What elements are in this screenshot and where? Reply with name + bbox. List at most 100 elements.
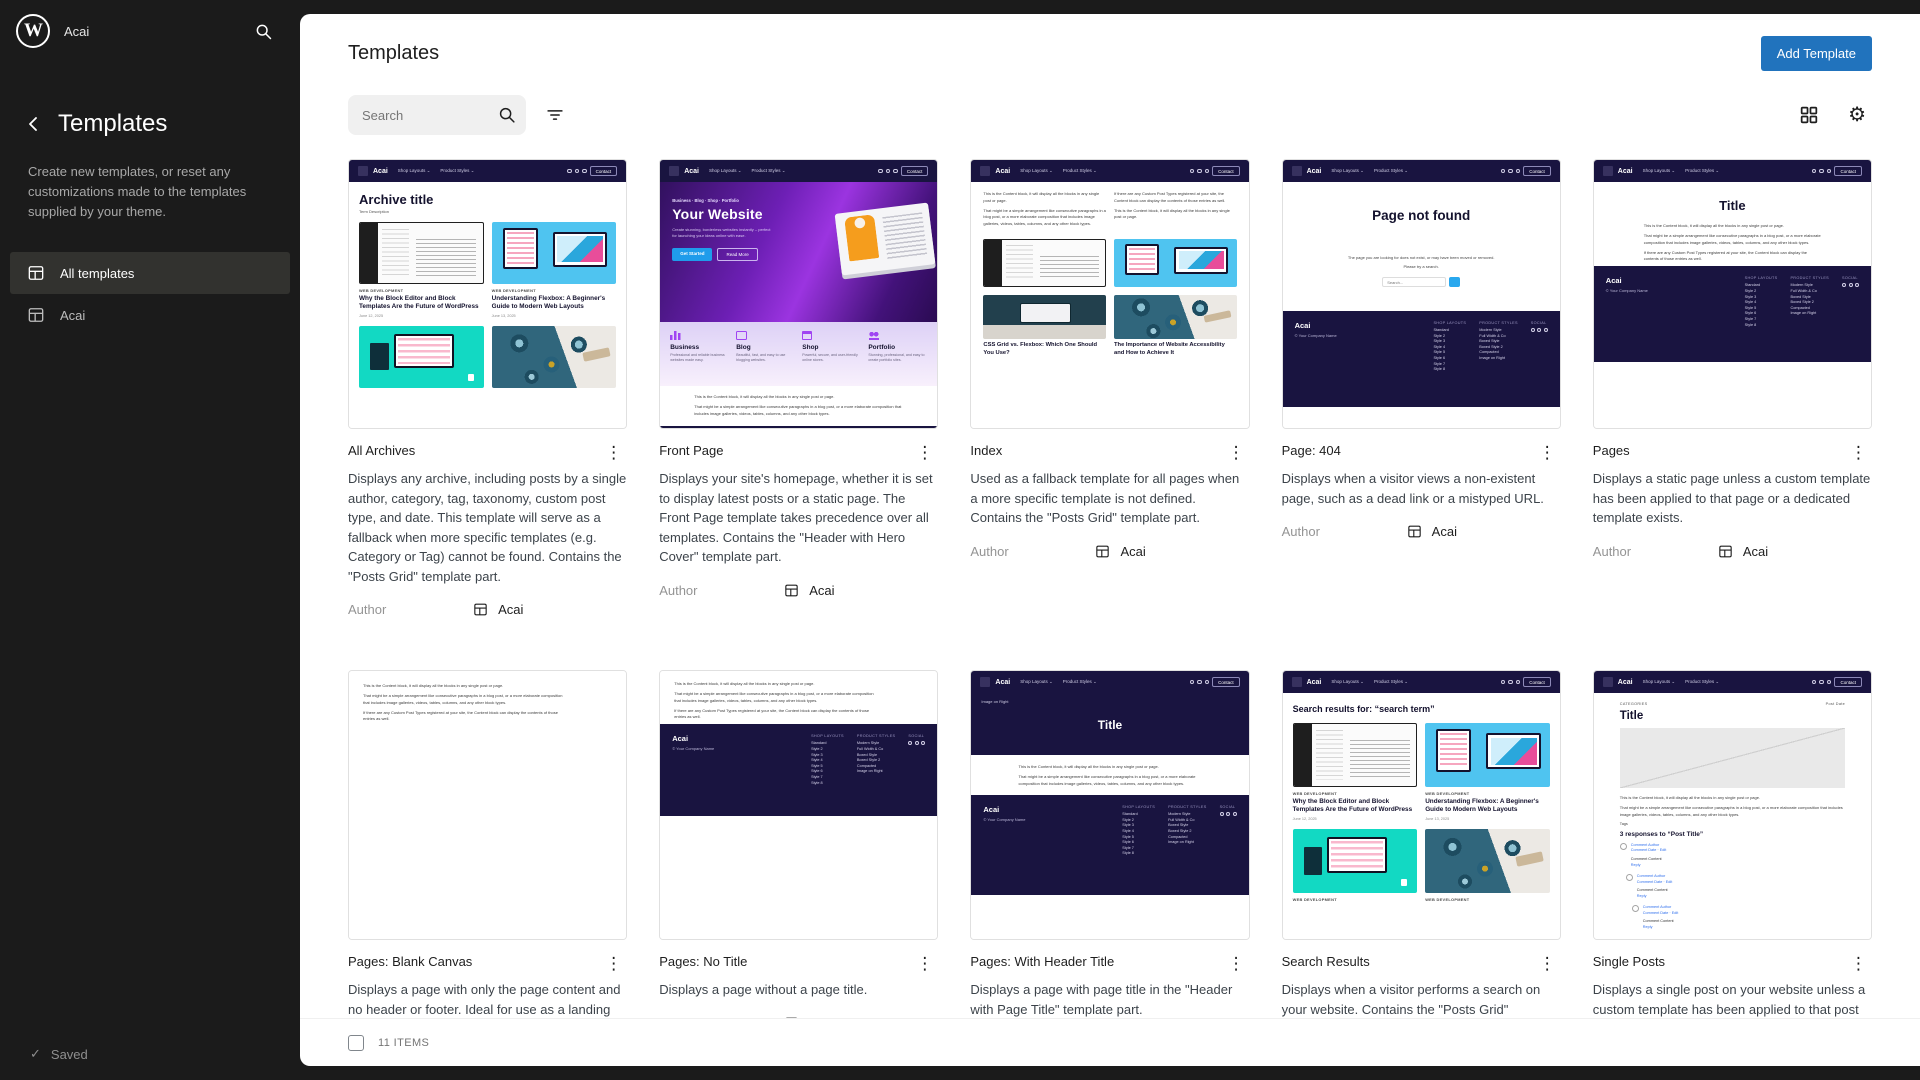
template-fields: Author Acai [659, 582, 938, 599]
template-preview[interactable]: AcaiShop Layouts ⌄Product Styles ⌄Contac… [1593, 670, 1872, 940]
card-actions-menu-icon[interactable]: ⋮ [1534, 954, 1561, 973]
card-actions-menu-icon[interactable]: ⋮ [1223, 954, 1250, 973]
list-toolbar: ⚙ [300, 87, 1920, 157]
search-icon[interactable] [247, 15, 280, 48]
thumb-hero: Image on RightTitle [971, 693, 1248, 755]
add-template-button[interactable]: Add Template [1761, 36, 1872, 71]
social-icon [1827, 680, 1832, 685]
saved-status: ✓ Saved [30, 1046, 88, 1062]
thumb-page-heading: Title [1594, 198, 1871, 213]
thumb-contact-button: Contact [1834, 166, 1862, 176]
avatar [1632, 905, 1639, 912]
gear-icon[interactable]: ⚙ [1842, 99, 1872, 131]
social-icon [1508, 169, 1513, 174]
template-card: AcaiShop Layouts ⌄Product Styles ⌄Contac… [970, 159, 1249, 618]
social-icon [567, 169, 572, 174]
layout-icon [1406, 523, 1423, 540]
thumb-secondary-button: Read More [717, 248, 757, 261]
search-input[interactable] [348, 95, 526, 135]
avatar [1620, 843, 1627, 850]
back-chevron-icon[interactable] [22, 112, 46, 136]
card-actions-menu-icon[interactable]: ⋮ [1845, 954, 1872, 973]
select-all-checkbox[interactable] [348, 1035, 364, 1051]
template-name[interactable]: Pages [1593, 443, 1630, 458]
template-preview[interactable]: AcaiShop Layouts ⌄Product Styles ⌄Contac… [1282, 670, 1561, 940]
template-fields: Author Acai [1282, 523, 1561, 540]
layout-icon [26, 263, 46, 283]
thumb-post-card [359, 326, 484, 388]
thumb-contact-button: Contact [1212, 166, 1240, 176]
avatar [1626, 874, 1633, 881]
site-editor-sidebar: W Acai Templates Create new templates, o… [0, 0, 300, 1080]
template-name[interactable]: Index [970, 443, 1002, 458]
thumb-site-footer: Acai© Your Company NameSHOP LAYOUTSStand… [1594, 266, 1871, 362]
template-preview[interactable]: AcaiShop Layouts ⌄Product Styles ⌄Contac… [1282, 159, 1561, 429]
wordpress-logo-icon[interactable]: W [16, 14, 50, 48]
saved-label: Saved [51, 1047, 88, 1062]
template-card: AcaiShop Layouts ⌄Product Styles ⌄Contac… [659, 159, 938, 618]
social-icon [1812, 680, 1817, 685]
list-footer: 11 ITEMS [300, 1018, 1920, 1066]
social-icon [1501, 169, 1506, 174]
thumb-site-header: AcaiShop Layouts ⌄Product Styles ⌄Contac… [660, 160, 937, 182]
view-controls: ⚙ [1792, 98, 1872, 132]
thumb-post-card: WEB DEVELOPMENTWhy the Block Editor and … [1293, 723, 1418, 821]
template-preview[interactable]: This is the Content block, it will displ… [348, 670, 627, 940]
template-name[interactable]: Pages: No Title [659, 954, 747, 969]
template-preview[interactable]: AcaiShop Layouts ⌄Product Styles ⌄Contac… [659, 159, 938, 429]
thumb-post-card: WEB DEVELOPMENTUnderstanding Flexbox: A … [1425, 723, 1550, 821]
templates-grid: AcaiShop Layouts ⌄Product Styles ⌄Contac… [348, 159, 1872, 1018]
social-icon [1205, 680, 1210, 685]
social-icon [886, 169, 891, 174]
template-name[interactable]: Single Posts [1593, 954, 1665, 969]
filter-icon[interactable] [538, 98, 572, 132]
items-count: 11 ITEMS [378, 1037, 429, 1049]
thumb-primary-button: Get Started [672, 248, 712, 261]
sidebar-description: Create new templates, or reset any custo… [28, 162, 272, 222]
template-preview[interactable]: This is the Content block, it will displ… [659, 670, 938, 940]
social-icon [893, 169, 898, 174]
thumb-post-image [1425, 829, 1550, 893]
thumb-post-card: CSS Grid vs. Flexbox: Which One Should Y… [983, 295, 1106, 357]
thumb-contact-button: Contact [1523, 677, 1551, 687]
template-name[interactable]: Pages: Blank Canvas [348, 954, 472, 969]
template-description: Displays a page with only the page conte… [348, 980, 627, 1018]
card-actions-menu-icon[interactable]: ⋮ [1223, 443, 1250, 462]
card-actions-menu-icon[interactable]: ⋮ [1845, 443, 1872, 462]
card-actions-menu-icon[interactable]: ⋮ [1534, 443, 1561, 462]
thumb-post-image [492, 326, 617, 388]
card-actions-menu-icon[interactable]: ⋮ [600, 443, 627, 462]
template-preview[interactable]: AcaiShop Layouts ⌄Product Styles ⌄Contac… [970, 159, 1249, 429]
template-name[interactable]: All Archives [348, 443, 415, 458]
card-actions-menu-icon[interactable]: ⋮ [911, 443, 938, 462]
sidebar-item-label: All templates [60, 266, 134, 281]
template-description: Displays when a visitor views a non-exis… [1282, 469, 1561, 508]
layout-icon [1094, 543, 1111, 560]
template-name[interactable]: Pages: With Header Title [970, 954, 1114, 969]
author-field-value: Acai [1406, 523, 1561, 540]
thumb-post-image [1114, 295, 1237, 339]
social-icon [575, 169, 580, 174]
social-icon [1812, 169, 1817, 174]
site-name[interactable]: Acai [64, 24, 89, 39]
template-preview[interactable]: AcaiShop Layouts ⌄Product Styles ⌄Contac… [348, 159, 627, 429]
social-icon [582, 169, 587, 174]
thumb-site-header: AcaiShop Layouts ⌄Product Styles ⌄Contac… [971, 671, 1248, 693]
social-icon [1501, 680, 1506, 685]
social-icon [1819, 169, 1824, 174]
sidebar-item-label: Acai [60, 308, 85, 323]
template-preview[interactable]: AcaiShop Layouts ⌄Product Styles ⌄Contac… [970, 670, 1249, 940]
sidebar-item-acai[interactable]: Acai [10, 294, 290, 336]
template-name[interactable]: Front Page [659, 443, 723, 458]
template-preview[interactable]: AcaiShop Layouts ⌄Product Styles ⌄Contac… [1593, 159, 1872, 429]
sidebar-item-all-templates[interactable]: All templates [10, 252, 290, 294]
thumb-site-header: AcaiShop Layouts ⌄Product Styles ⌄Contac… [349, 160, 626, 182]
template-description: Displays when a visitor performs a searc… [1282, 980, 1561, 1018]
card-actions-menu-icon[interactable]: ⋮ [911, 954, 938, 973]
social-icon [1197, 169, 1202, 174]
card-actions-menu-icon[interactable]: ⋮ [600, 954, 627, 973]
template-name[interactable]: Search Results [1282, 954, 1370, 969]
grid-view-icon[interactable] [1792, 98, 1826, 132]
template-name[interactable]: Page: 404 [1282, 443, 1341, 458]
template-description: Displays a static page unless a custom t… [1593, 469, 1872, 528]
